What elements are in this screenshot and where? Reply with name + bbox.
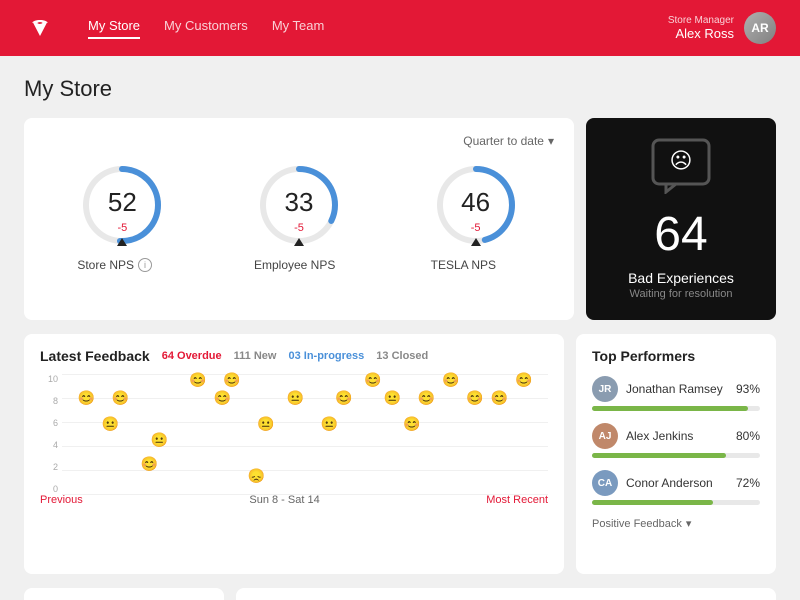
nps-card: Quarter to date ▾ 52 -5 (24, 118, 574, 320)
lower-section: Things to Improve 1. Noise 2. Sales Perf… (24, 588, 776, 600)
user-profile: Store Manager Alex Ross AR (668, 12, 776, 44)
bad-exp-sublabel: Waiting for resolution (630, 288, 733, 300)
header: My Store My Customers My Team Store Mana… (0, 0, 800, 56)
nav-my-customers[interactable]: My Customers (164, 18, 248, 39)
performer-2-name: Alex Jenkins (626, 429, 728, 443)
nps-metrics: 52 -5 Store NPS i (44, 160, 554, 272)
bad-experiences-card: ☹ 64 Bad Experiences Waiting for resolut… (586, 118, 776, 320)
tesla-logo (24, 18, 56, 38)
avatar[interactable]: AR (744, 12, 776, 44)
employee-nps-change: -5 (294, 222, 304, 234)
performer-2-pct: 80% (736, 429, 760, 443)
feedback-header: Latest Feedback 64 Overdue 111 New 03 In… (40, 348, 548, 364)
tesla-nps-label: TESLA NPS (431, 258, 521, 272)
most-recent-button[interactable]: Most Recent (486, 494, 548, 506)
prev-button[interactable]: Previous (40, 494, 83, 506)
store-nps-change: -5 (117, 222, 127, 234)
chart-navigation: Previous Sun 8 - Sat 14 Most Recent (40, 494, 548, 506)
main-nav: My Store My Customers My Team (88, 18, 324, 39)
performer-1-header: JR Jonathan Ramsey 93% (592, 376, 760, 402)
performer-3-pct: 72% (736, 476, 760, 490)
feedback-chart: 10 8 6 4 2 0 😊 😊 😐 (40, 374, 548, 494)
chevron-down-icon: ▾ (548, 134, 554, 148)
employee-nps-gauge: 33 -5 (254, 160, 344, 250)
tesla-nps-value: 46 (461, 187, 490, 218)
performer-2-avatar: AJ (592, 423, 618, 449)
nps-card-header: Quarter to date ▾ (44, 134, 554, 148)
performer-1-bar-bg (592, 406, 760, 411)
quarter-selector[interactable]: Quarter to date ▾ (463, 134, 554, 148)
tesla-nps-change: -5 (471, 222, 481, 234)
improve-card: Things to Improve 1. Noise 2. (24, 588, 224, 600)
employee-nps-arrow (294, 238, 304, 246)
performer-2-header: AJ Alex Jenkins 80% (592, 423, 760, 449)
sales-card: Sales Performance Avg Stores Avg Stores … (236, 588, 776, 600)
employee-nps-value: 33 (285, 187, 314, 218)
user-name: Alex Ross (668, 26, 734, 41)
user-role: Store Manager (668, 15, 734, 26)
quarter-label: Quarter to date (463, 134, 544, 148)
performers-title: Top Performers (592, 348, 760, 364)
filter-label: Positive Feedback (592, 518, 682, 530)
speech-bubble-icon: ☹ (651, 138, 711, 199)
performer-3-bar (592, 500, 713, 505)
performer-2-bar (592, 453, 726, 458)
performers-card: Top Performers JR Jonathan Ramsey 93% AJ… (576, 334, 776, 574)
performer-3-bar-bg (592, 500, 760, 505)
tesla-nps-arrow (471, 238, 481, 246)
closed-badge: 13 Closed (376, 350, 428, 362)
performer-item: JR Jonathan Ramsey 93% (592, 376, 760, 411)
chart-content: 😊 😊 😐 😐 😊 😊 😊 😊 😐 😐 😞 😐 😊 😊 😐 😊 (62, 374, 548, 494)
store-nps-label: Store NPS i (77, 258, 167, 272)
employee-nps-metric: 33 -5 Employee NPS (254, 160, 344, 272)
page-content: My Store Quarter to date ▾ (0, 56, 800, 600)
info-icon[interactable]: i (138, 258, 152, 272)
performer-item: AJ Alex Jenkins 80% (592, 423, 760, 458)
performer-3-header: CA Conor Anderson 72% (592, 470, 760, 496)
svg-text:☹: ☹ (670, 148, 693, 173)
performer-1-pct: 93% (736, 382, 760, 396)
page-title: My Store (24, 76, 776, 102)
performer-1-avatar: JR (592, 376, 618, 402)
employee-nps-label: Employee NPS (254, 258, 344, 272)
bad-exp-count: 64 (654, 207, 707, 262)
tesla-nps-metric: 46 -5 TESLA NPS (431, 160, 521, 272)
store-nps-metric: 52 -5 Store NPS i (77, 160, 167, 272)
feedback-filter[interactable]: Positive Feedback ▾ (592, 517, 760, 530)
new-badge: 111 New (234, 350, 277, 362)
store-nps-arrow (117, 238, 127, 246)
performer-1-bar (592, 406, 748, 411)
performer-3-name: Conor Anderson (626, 476, 728, 490)
nav-my-store[interactable]: My Store (88, 18, 140, 39)
performer-3-avatar: CA (592, 470, 618, 496)
store-nps-gauge: 52 -5 (77, 160, 167, 250)
feedback-title: Latest Feedback (40, 348, 150, 364)
overdue-badge: 64 Overdue (162, 350, 222, 362)
performer-2-bar-bg (592, 453, 760, 458)
store-nps-value: 52 (108, 187, 137, 218)
nav-my-team[interactable]: My Team (272, 18, 325, 39)
tesla-nps-gauge: 46 -5 (431, 160, 521, 250)
bad-exp-label: Bad Experiences (628, 270, 734, 286)
top-section: Quarter to date ▾ 52 -5 (24, 118, 776, 320)
middle-section: Latest Feedback 64 Overdue 111 New 03 In… (24, 334, 776, 574)
user-info: Store Manager Alex Ross (668, 15, 734, 41)
y-axis: 10 8 6 4 2 0 (40, 374, 60, 494)
filter-chevron-icon: ▾ (686, 517, 692, 530)
feedback-card: Latest Feedback 64 Overdue 111 New 03 In… (24, 334, 564, 574)
inprogress-badge: 03 In-progress (288, 350, 364, 362)
chart-date: Sun 8 - Sat 14 (249, 494, 319, 506)
performer-item: CA Conor Anderson 72% (592, 470, 760, 505)
performer-1-name: Jonathan Ramsey (626, 382, 728, 396)
